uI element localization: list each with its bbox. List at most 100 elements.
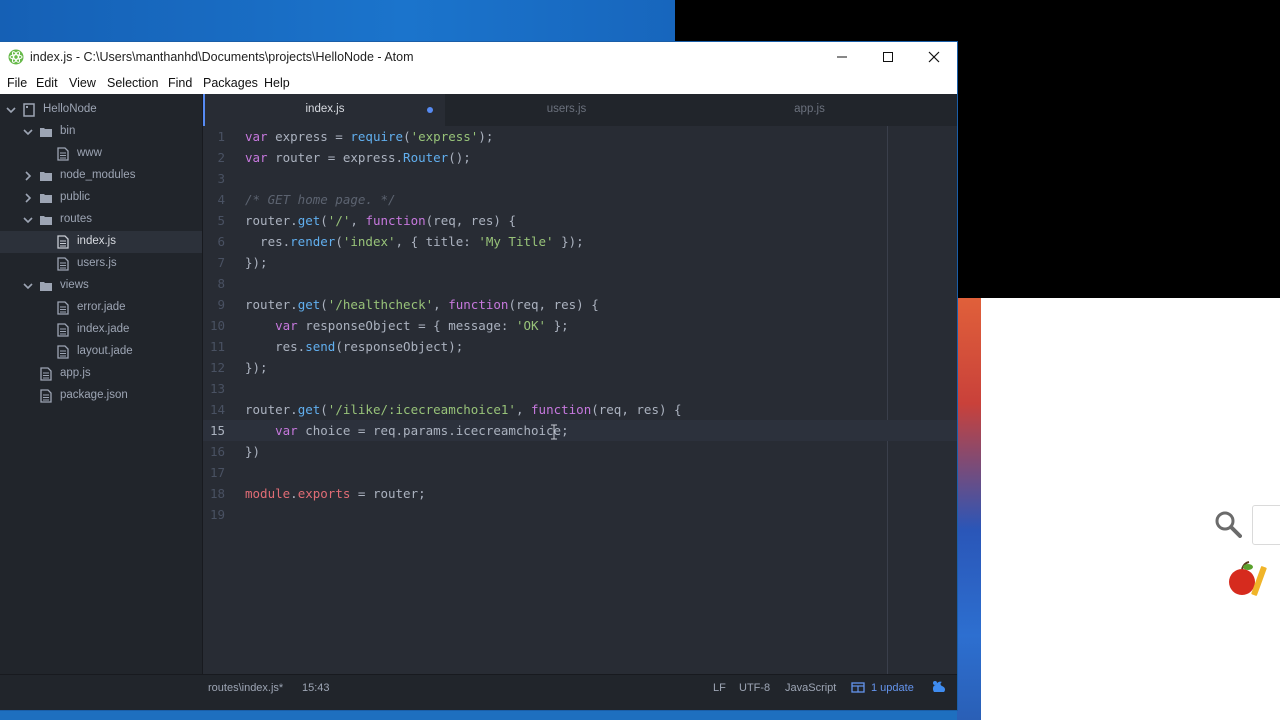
menu-find[interactable]: Find bbox=[168, 76, 192, 90]
repo-icon bbox=[23, 103, 35, 117]
menu-help[interactable]: Help bbox=[264, 76, 290, 90]
tree-item-node-modules[interactable]: node_modules bbox=[0, 165, 202, 187]
file-text-icon bbox=[57, 301, 69, 315]
code-editor[interactable]: 1 var express = require('express'); 2 va… bbox=[203, 126, 957, 674]
line-number: 4 bbox=[217, 192, 225, 207]
status-bar: routes\index.js* 15:43 LF UTF-8 JavaScri… bbox=[0, 674, 957, 699]
maximize-icon bbox=[883, 52, 893, 62]
code-line[interactable]: 11 res.send(responseObject); bbox=[203, 336, 957, 357]
tree-item-package-json[interactable]: package.json bbox=[0, 385, 202, 407]
background-browser-window bbox=[981, 298, 1280, 720]
file-text-icon bbox=[57, 235, 69, 249]
status-grammar[interactable]: JavaScript bbox=[785, 682, 836, 694]
tree-item-label: package.json bbox=[60, 389, 128, 401]
chevron-down-icon bbox=[23, 129, 33, 136]
tree-item-hellonode[interactable]: HelloNode bbox=[0, 99, 202, 121]
code-line[interactable]: 5 router.get('/', function(req, res) { bbox=[203, 210, 957, 231]
tree-item-bin[interactable]: bin bbox=[0, 121, 202, 143]
folder-icon bbox=[40, 194, 52, 203]
code-line[interactable]: 9 router.get('/healthcheck', function(re… bbox=[203, 294, 957, 315]
folder-icon bbox=[40, 216, 52, 225]
tree-item-index-js[interactable]: index.js bbox=[0, 231, 202, 253]
file-text-icon bbox=[40, 389, 52, 403]
tree-item-label: index.jade bbox=[77, 323, 130, 335]
code-line[interactable]: 18 module.exports = router; bbox=[203, 483, 957, 504]
code-line[interactable]: 12 }); bbox=[203, 357, 957, 378]
minimize-icon bbox=[837, 56, 847, 58]
menu-edit[interactable]: Edit bbox=[36, 76, 58, 90]
tree-item-users-js[interactable]: users.js bbox=[0, 253, 202, 275]
text-cursor-icon bbox=[551, 424, 557, 440]
tree-item-label: bin bbox=[60, 125, 76, 137]
line-number: 18 bbox=[209, 486, 225, 501]
window-title: index.js - C:\Users\manthanhd\Documents\… bbox=[30, 50, 414, 64]
code-line[interactable]: 1 var express = require('express'); bbox=[203, 126, 957, 147]
tab-index-js[interactable]: index.js bbox=[203, 94, 445, 126]
tree-item-label: public bbox=[60, 191, 91, 203]
line-number: 2 bbox=[217, 150, 225, 165]
code-line[interactable]: 6 res.render('index', { title: 'My Title… bbox=[203, 231, 957, 252]
status-file-path[interactable]: routes\index.js* bbox=[208, 682, 283, 694]
chevron-down-icon bbox=[23, 283, 33, 290]
code-line[interactable]: 17 bbox=[203, 462, 957, 483]
chevron-right-icon bbox=[25, 193, 32, 203]
tree-item-routes[interactable]: routes bbox=[0, 209, 202, 231]
code-line[interactable]: 8 bbox=[203, 273, 957, 294]
code-line[interactable]: 2 var router = express.Router(); bbox=[203, 147, 957, 168]
modified-indicator-icon bbox=[427, 107, 433, 113]
code-text: }); bbox=[245, 255, 268, 270]
tree-item-index-jade[interactable]: index.jade bbox=[0, 319, 202, 341]
code-line[interactable]: 4 /* GET home page. */ bbox=[203, 189, 957, 210]
file-text-icon bbox=[57, 147, 69, 161]
code-text: var choice = req.params.icecreamchoice; bbox=[275, 423, 569, 438]
tree-item-label: routes bbox=[60, 213, 92, 225]
search-icon[interactable] bbox=[1214, 510, 1242, 538]
code-line[interactable]: 19 bbox=[203, 504, 957, 525]
title-bar[interactable]: index.js - C:\Users\manthanhd\Documents\… bbox=[0, 42, 957, 72]
tab-bar: index.js users.js app.js bbox=[203, 94, 957, 126]
code-text: }); bbox=[245, 360, 268, 375]
search-input[interactable] bbox=[1252, 505, 1280, 545]
code-line[interactable]: 7 }); bbox=[203, 252, 957, 273]
menu-file[interactable]: File bbox=[7, 76, 27, 90]
tree-item-public[interactable]: public bbox=[0, 187, 202, 209]
line-number: 5 bbox=[217, 213, 225, 228]
window-bottom-edge bbox=[0, 698, 957, 710]
menu-packages[interactable]: Packages bbox=[203, 76, 258, 90]
line-number: 15 bbox=[209, 423, 225, 438]
menu-selection[interactable]: Selection bbox=[107, 76, 158, 90]
tree-item-views[interactable]: views bbox=[0, 275, 202, 297]
apple-pencil-icon bbox=[1229, 561, 1267, 596]
code-line-current[interactable]: 15 var choice = req.params.icecreamchoic… bbox=[203, 420, 957, 441]
folder-icon bbox=[40, 128, 52, 137]
tree-item-layout-jade[interactable]: layout.jade bbox=[0, 341, 202, 363]
tab-users-js[interactable]: users.js bbox=[445, 94, 688, 126]
menu-view[interactable]: View bbox=[69, 76, 96, 90]
status-line-ending[interactable]: LF bbox=[713, 682, 726, 694]
line-number: 8 bbox=[217, 276, 225, 291]
atom-app-icon bbox=[8, 49, 24, 65]
code-line[interactable]: 13 bbox=[203, 378, 957, 399]
maximize-button[interactable] bbox=[865, 42, 911, 72]
tree-item-label: app.js bbox=[60, 367, 91, 379]
tree-item-www[interactable]: www bbox=[0, 143, 202, 165]
code-line[interactable]: 10 var responseObject = { message: 'OK' … bbox=[203, 315, 957, 336]
tree-item-label: node_modules bbox=[60, 169, 136, 181]
squirrel-icon[interactable] bbox=[931, 680, 947, 694]
status-cursor-position[interactable]: 15:43 bbox=[302, 682, 330, 694]
line-number: 9 bbox=[217, 297, 225, 312]
close-button[interactable] bbox=[911, 42, 957, 72]
minimize-button[interactable] bbox=[819, 42, 865, 72]
tree-item-error-jade[interactable]: error.jade bbox=[0, 297, 202, 319]
line-number: 13 bbox=[209, 381, 225, 396]
status-updates[interactable]: 1 update bbox=[871, 682, 914, 694]
tree-item-app-js[interactable]: app.js bbox=[0, 363, 202, 385]
code-line[interactable]: 3 bbox=[203, 168, 957, 189]
code-line[interactable]: 14 router.get('/ilike/:icecreamchoice1',… bbox=[203, 399, 957, 420]
status-encoding[interactable]: UTF-8 bbox=[739, 682, 770, 694]
tab-app-js[interactable]: app.js bbox=[688, 94, 931, 126]
line-number: 17 bbox=[209, 465, 225, 480]
code-line[interactable]: 16 }) bbox=[203, 441, 957, 462]
chevron-down-icon bbox=[23, 217, 33, 224]
desktop-wallpaper-strip bbox=[957, 298, 981, 720]
